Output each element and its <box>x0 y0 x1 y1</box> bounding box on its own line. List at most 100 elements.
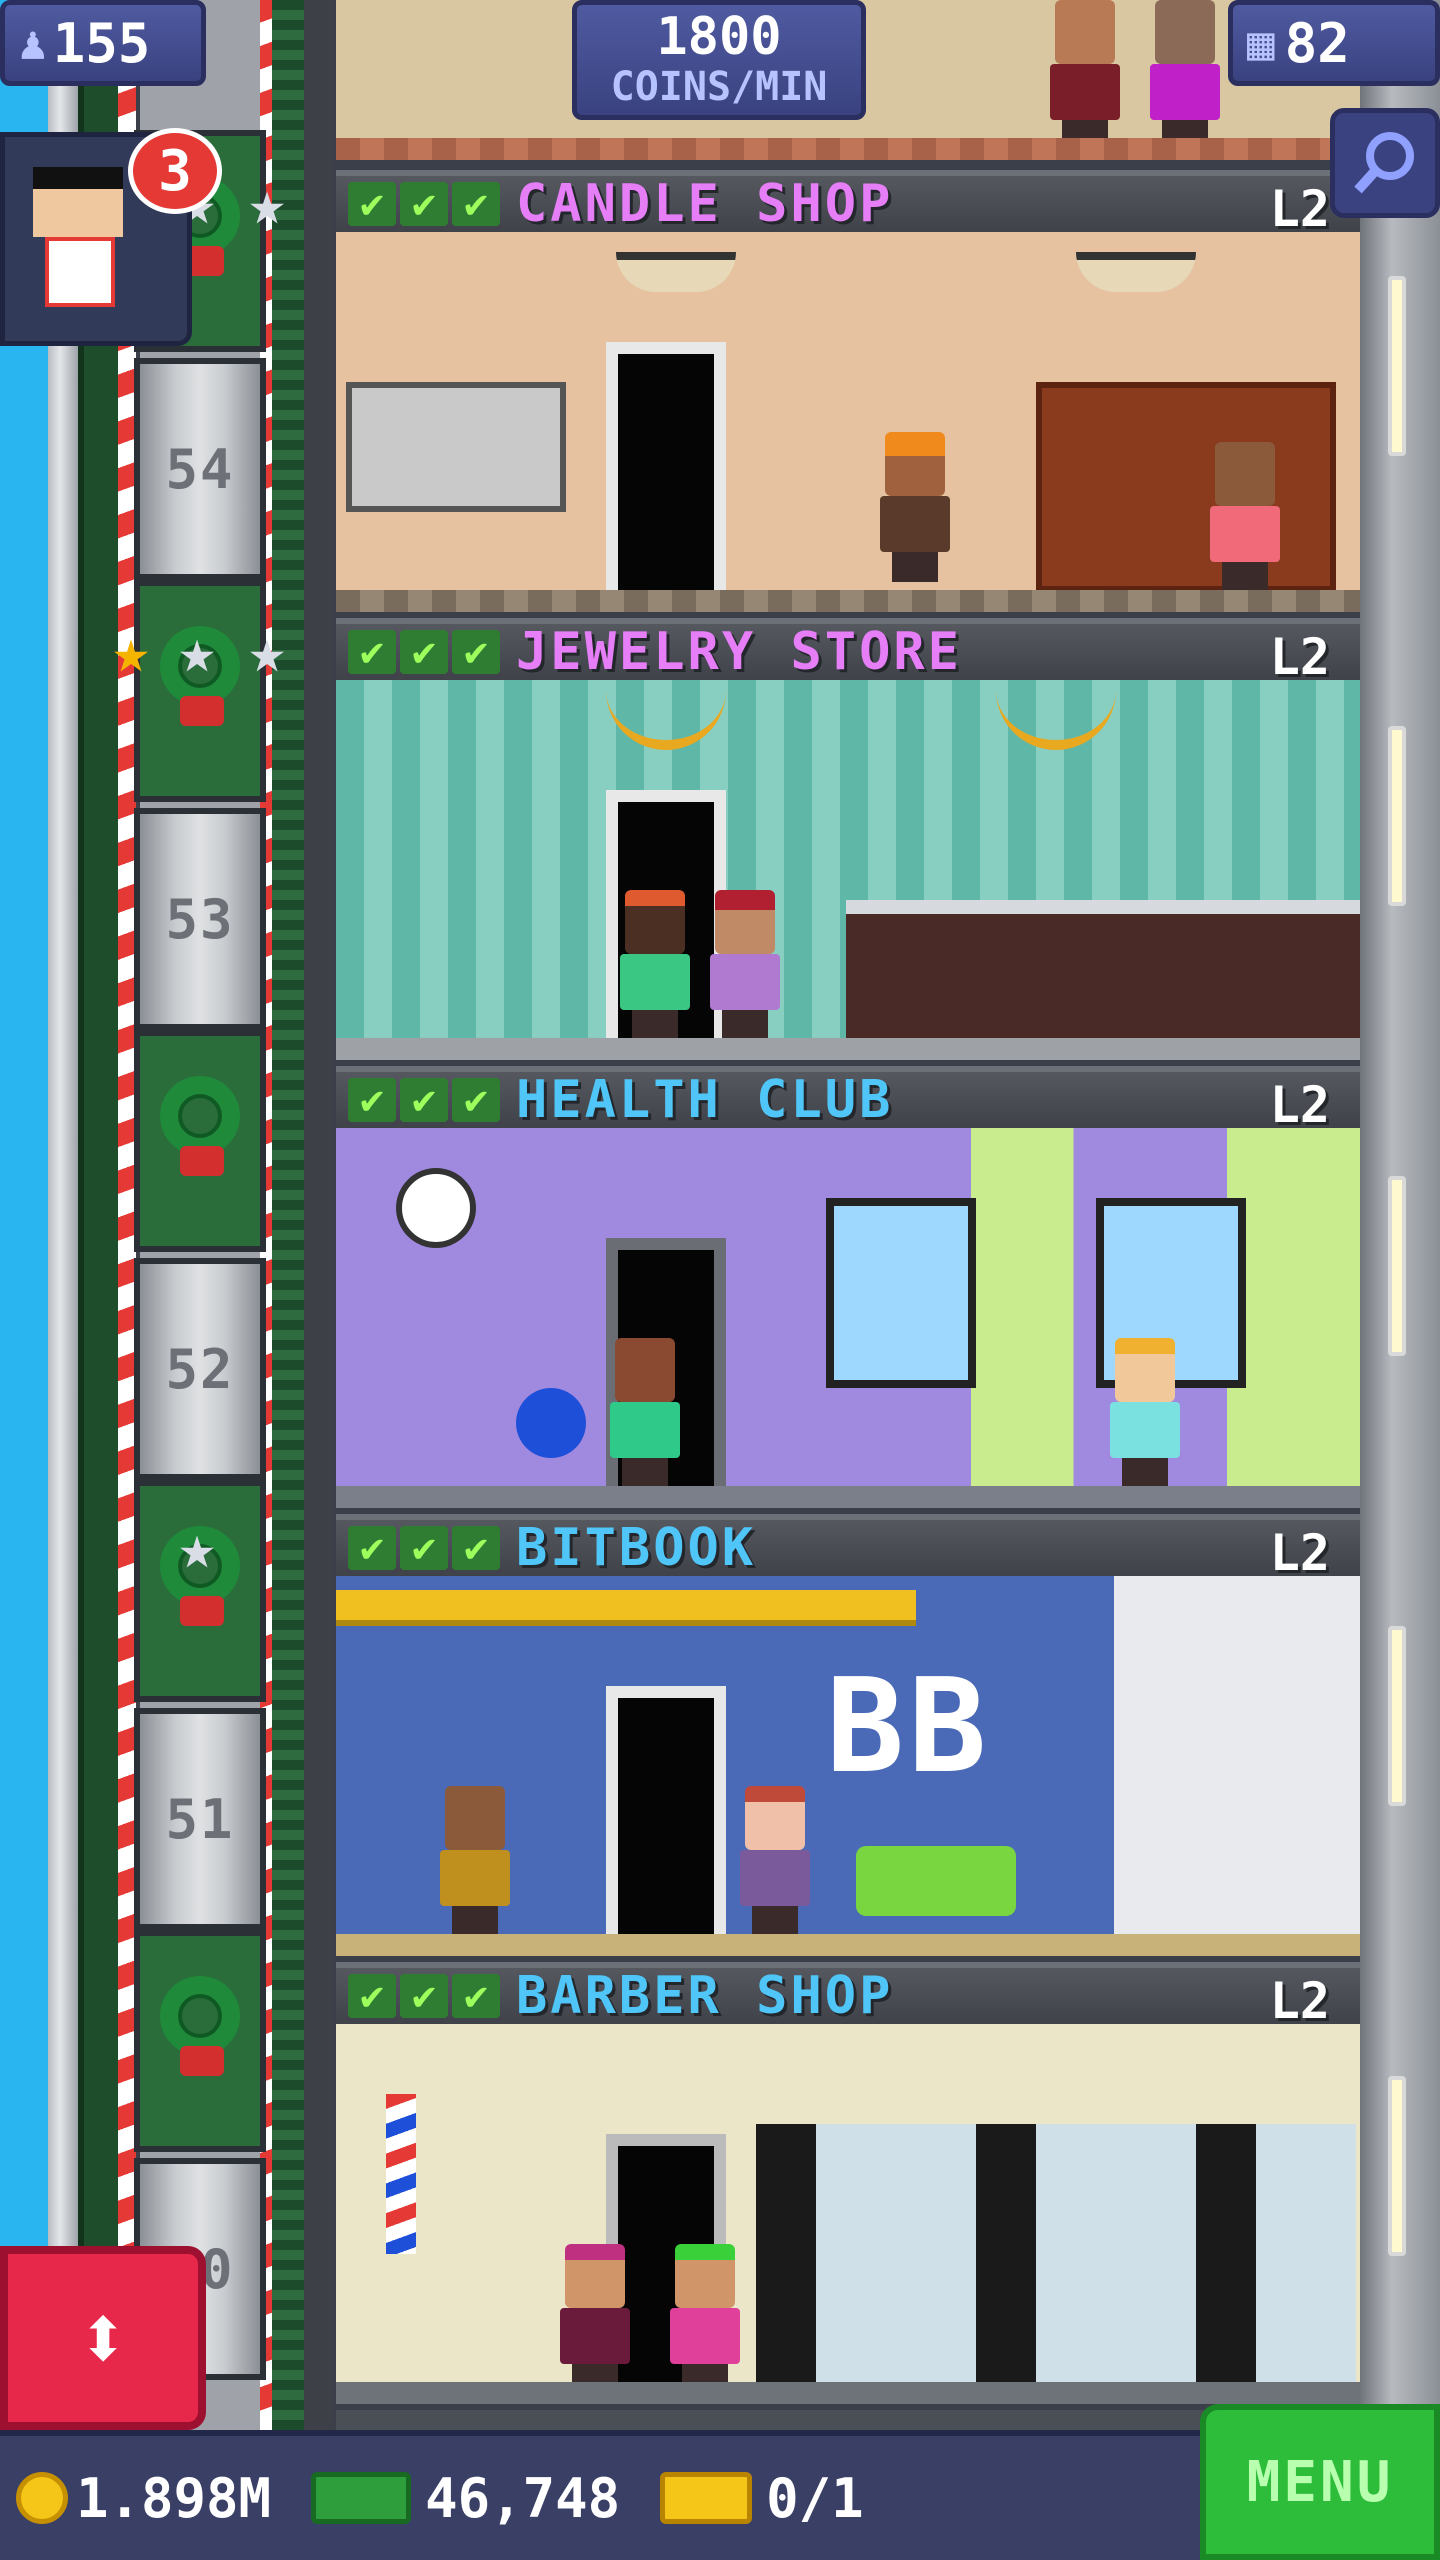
office-door <box>606 1686 726 1936</box>
shaft-floor-cell[interactable]: 54 <box>134 358 266 580</box>
ticket-icon <box>660 2472 753 2524</box>
floor-barber-shop[interactable]: ✔ ✔ ✔ BARBER SHOP L2 <box>336 1962 1360 2410</box>
ceiling-duct <box>336 1590 916 1626</box>
shopkeeper[interactable] <box>1206 442 1284 592</box>
shaft-floor-cell[interactable]: 51 <box>134 1708 266 1930</box>
shaft-floor-cell[interactable]: 52 <box>134 1258 266 1480</box>
coins-per-min-value: 1800 <box>656 7 782 67</box>
bux-value: 46,748 <box>425 2466 621 2530</box>
silver-star-icon: ★ <box>248 166 286 239</box>
shaft-floor-number: 51 <box>165 1787 235 1851</box>
coins-value: 1.898M <box>76 2466 272 2530</box>
check-icon: ✔ <box>400 1973 448 2019</box>
candle-rack <box>346 382 566 512</box>
floor-health-club[interactable]: ✔ ✔ ✔ HEALTH CLUB L2 <box>336 1066 1360 1514</box>
shaft-floor-number: 54 <box>165 437 235 501</box>
customer[interactable] <box>556 2244 634 2394</box>
office-worker[interactable] <box>436 1786 514 1936</box>
check-icon: ✔ <box>452 1525 500 1571</box>
tower-left-pillar <box>48 0 78 2560</box>
gym-member[interactable] <box>1106 1338 1184 1488</box>
office-worker[interactable] <box>736 1786 814 1936</box>
coin-icon <box>16 2472 68 2524</box>
check-icon: ✔ <box>400 1525 448 1571</box>
elevator-button[interactable]: ⬍ <box>0 2246 206 2430</box>
check-icon: ✔ <box>452 181 500 227</box>
elevator-rail-inner <box>304 0 334 2560</box>
bow-icon <box>180 2046 224 2076</box>
floor-level: L2 <box>1269 1524 1330 1582</box>
vip-avatar-body <box>45 237 115 307</box>
coins-per-min-unit: COINS/MIN <box>610 64 828 110</box>
coins-display: 1.898M <box>16 2467 271 2530</box>
floor-header: ✔ ✔ ✔ JEWELRY STORE L2 <box>336 618 1360 686</box>
bux-display[interactable]: 46,748 <box>311 2467 620 2530</box>
check-icon: ✔ <box>452 629 500 675</box>
wall-light <box>1388 1176 1406 1356</box>
ceiling-lamp <box>1076 252 1196 292</box>
clock-icon <box>396 1168 476 1248</box>
population-value: 155 <box>52 11 151 75</box>
vip-count-badge: 3 <box>128 128 222 214</box>
wreath-icon <box>160 1976 240 2056</box>
worker[interactable] <box>876 432 954 582</box>
exercise-ball <box>516 1388 586 1458</box>
shaft-floor-number: 52 <box>165 1337 235 1401</box>
bow-icon <box>180 696 224 726</box>
population-counter[interactable]: ♟ 155 <box>0 0 206 86</box>
floor-level: L2 <box>1269 180 1330 238</box>
wreath-icon <box>160 1076 240 1156</box>
check-icon: ✔ <box>452 1973 500 2019</box>
floor-count-counter[interactable]: ▦ 82 <box>1228 0 1440 86</box>
floor-name: CANDLE SHOP <box>516 174 894 234</box>
wall-light <box>1388 1626 1406 1806</box>
building-icon: ▦ <box>1247 16 1275 70</box>
menu-button[interactable]: MENU <box>1200 2404 1440 2560</box>
tickets-display[interactable]: 0/1 <box>660 2467 864 2530</box>
customer[interactable] <box>666 2244 744 2394</box>
check-icon: ✔ <box>348 1973 396 2019</box>
chandelier <box>606 690 726 750</box>
wall-light <box>1388 276 1406 456</box>
check-icon: ✔ <box>348 1525 396 1571</box>
bow-icon <box>180 1596 224 1626</box>
resident[interactable] <box>1146 0 1224 150</box>
bow-icon <box>180 1146 224 1176</box>
floor-level: L2 <box>1269 628 1330 686</box>
floor-level: L2 <box>1269 1972 1330 2030</box>
wall-light <box>1388 2076 1406 2256</box>
floor-header: ✔ ✔ ✔ BARBER SHOP L2 <box>336 1962 1360 2030</box>
silver-star-icon: ★ <box>248 614 286 687</box>
chandelier <box>996 690 1116 750</box>
gym-member[interactable] <box>606 1338 684 1488</box>
floor-jewelry-store[interactable]: ✔ ✔ ✔ JEWELRY STORE L2 <box>336 618 1360 1066</box>
shaft-wreath-cell <box>134 1030 266 1252</box>
barber-stations <box>756 2124 1356 2384</box>
candle-shelf <box>1036 382 1336 592</box>
floor-header: ✔ ✔ ✔ CANDLE SHOP L2 <box>336 170 1360 238</box>
game-screen: 54 53 52 51 50 ★ ★ ★ ★ ★ ★ ✔✔✔ CANDLE SH… <box>0 0 1440 2560</box>
resident[interactable] <box>1046 0 1124 150</box>
gold-star-icon: ★ <box>112 614 150 687</box>
bux-icon <box>311 2472 412 2524</box>
check-icon: ✔ <box>400 181 448 227</box>
barber-pole <box>386 2094 416 2254</box>
floor-count-value: 82 <box>1284 11 1350 75</box>
tickets-value: 0/1 <box>766 2466 864 2530</box>
shaft-floor-number: 53 <box>165 887 235 951</box>
floor-name: BITBOOK <box>516 1518 757 1578</box>
floor-bitbook[interactable]: ✔ ✔ ✔ BITBOOK L2 BB <box>336 1514 1360 1962</box>
ceiling-lamp <box>616 252 736 292</box>
magnifier-button[interactable] <box>1330 108 1440 218</box>
floor-candle-shop[interactable]: ✔ ✔ ✔ CANDLE SHOP L2 <box>336 170 1360 618</box>
bitbook-logo: BB <box>826 1650 991 1802</box>
check-icon: ✔ <box>452 1077 500 1123</box>
shop-door <box>606 342 726 592</box>
window <box>826 1198 976 1388</box>
customer[interactable] <box>706 890 784 1040</box>
shaft-floor-cell[interactable]: 53 <box>134 808 266 1030</box>
display-counter <box>846 900 1360 1040</box>
floor-header: ✔ ✔ ✔ BITBOOK L2 <box>336 1514 1360 1582</box>
customer[interactable] <box>616 890 694 1040</box>
wall-light <box>1388 726 1406 906</box>
